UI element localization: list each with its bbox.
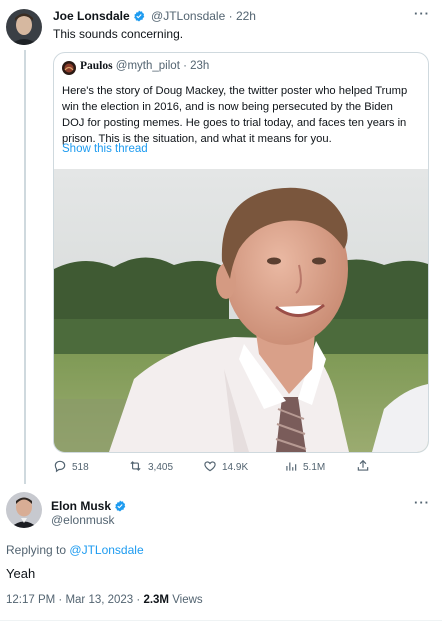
reply-author-handle[interactable]: @elonmusk xyxy=(51,513,115,527)
views-count: 5.1M xyxy=(303,461,326,473)
original-author-handle[interactable]: @JTLonsdale xyxy=(151,9,225,23)
quoted-tweet-separator: · xyxy=(183,60,187,72)
replying-to-label: Replying to xyxy=(6,543,67,557)
original-tweet-separator: · xyxy=(228,9,233,23)
replying-to-handle-link[interactable]: @JTLonsdale xyxy=(69,543,143,557)
reply-tweet-meta: 12:17 PM · Mar 13, 2023 · 2.3M Views xyxy=(6,594,203,606)
quoted-tweet-header: Paulos @myth_pilot · 23h xyxy=(80,60,209,72)
elon-musk-avatar[interactable] xyxy=(6,492,42,528)
reply-timestamp[interactable]: 12:17 PM · Mar 13, 2023 · xyxy=(6,594,140,606)
retweet-icon xyxy=(128,459,143,476)
tweet-action-bar: 518 3,405 14.9K 5.1M xyxy=(53,458,427,478)
quoted-author-name[interactable]: Paulos xyxy=(80,60,113,72)
original-tweet-more-icon[interactable]: ··· xyxy=(414,6,430,21)
bottom-divider xyxy=(0,620,442,621)
quoted-tweet-photo[interactable] xyxy=(54,169,428,452)
thread-connector-line xyxy=(24,50,26,484)
quoted-tweet-text: Here's the story of Doug Mackey, the twi… xyxy=(62,85,408,145)
views-action[interactable]: 5.1M xyxy=(284,458,325,476)
views-chart-icon xyxy=(284,459,298,476)
verified-badge-icon xyxy=(114,499,126,517)
joe-lonsdale-avatar[interactable] xyxy=(6,9,42,45)
reply-tweet-more-icon[interactable]: ··· xyxy=(414,495,430,510)
reply-tweet-text: Yeah xyxy=(6,566,36,581)
show-this-thread-link[interactable]: Show this thread xyxy=(62,143,148,155)
reply-icon xyxy=(53,459,67,476)
original-tweet-time[interactable]: 22h xyxy=(236,9,256,23)
reply-count: 518 xyxy=(72,461,89,473)
replying-to-line: Replying to @JTLonsdale xyxy=(6,543,144,557)
share-action[interactable] xyxy=(356,458,370,476)
retweet-action[interactable]: 3,405 xyxy=(128,458,173,476)
reply-views-label: Views xyxy=(172,594,203,606)
original-tweet-text: This sounds concerning. xyxy=(53,27,184,41)
paulos-avatar xyxy=(62,61,76,75)
reply-views-count[interactable]: 2.3M xyxy=(143,594,169,606)
share-icon xyxy=(356,459,370,476)
like-count: 14.9K xyxy=(222,461,249,473)
verified-badge-icon xyxy=(133,10,145,25)
like-action[interactable]: 14.9K xyxy=(203,458,248,476)
quoted-tweet-card[interactable]: Paulos @myth_pilot · 23h Here's the stor… xyxy=(53,52,429,453)
original-author-name[interactable]: Joe Lonsdale xyxy=(53,9,130,23)
quoted-tweet-time[interactable]: 23h xyxy=(190,60,209,72)
reply-author-name[interactable]: Elon Musk xyxy=(51,499,111,513)
heart-icon xyxy=(203,459,217,476)
quoted-author-handle[interactable]: @myth_pilot xyxy=(116,60,180,72)
reply-action[interactable]: 518 xyxy=(53,458,89,476)
retweet-count: 3,405 xyxy=(148,461,174,473)
original-tweet-header: Joe Lonsdale @JTLonsdale · 22h xyxy=(53,9,383,25)
